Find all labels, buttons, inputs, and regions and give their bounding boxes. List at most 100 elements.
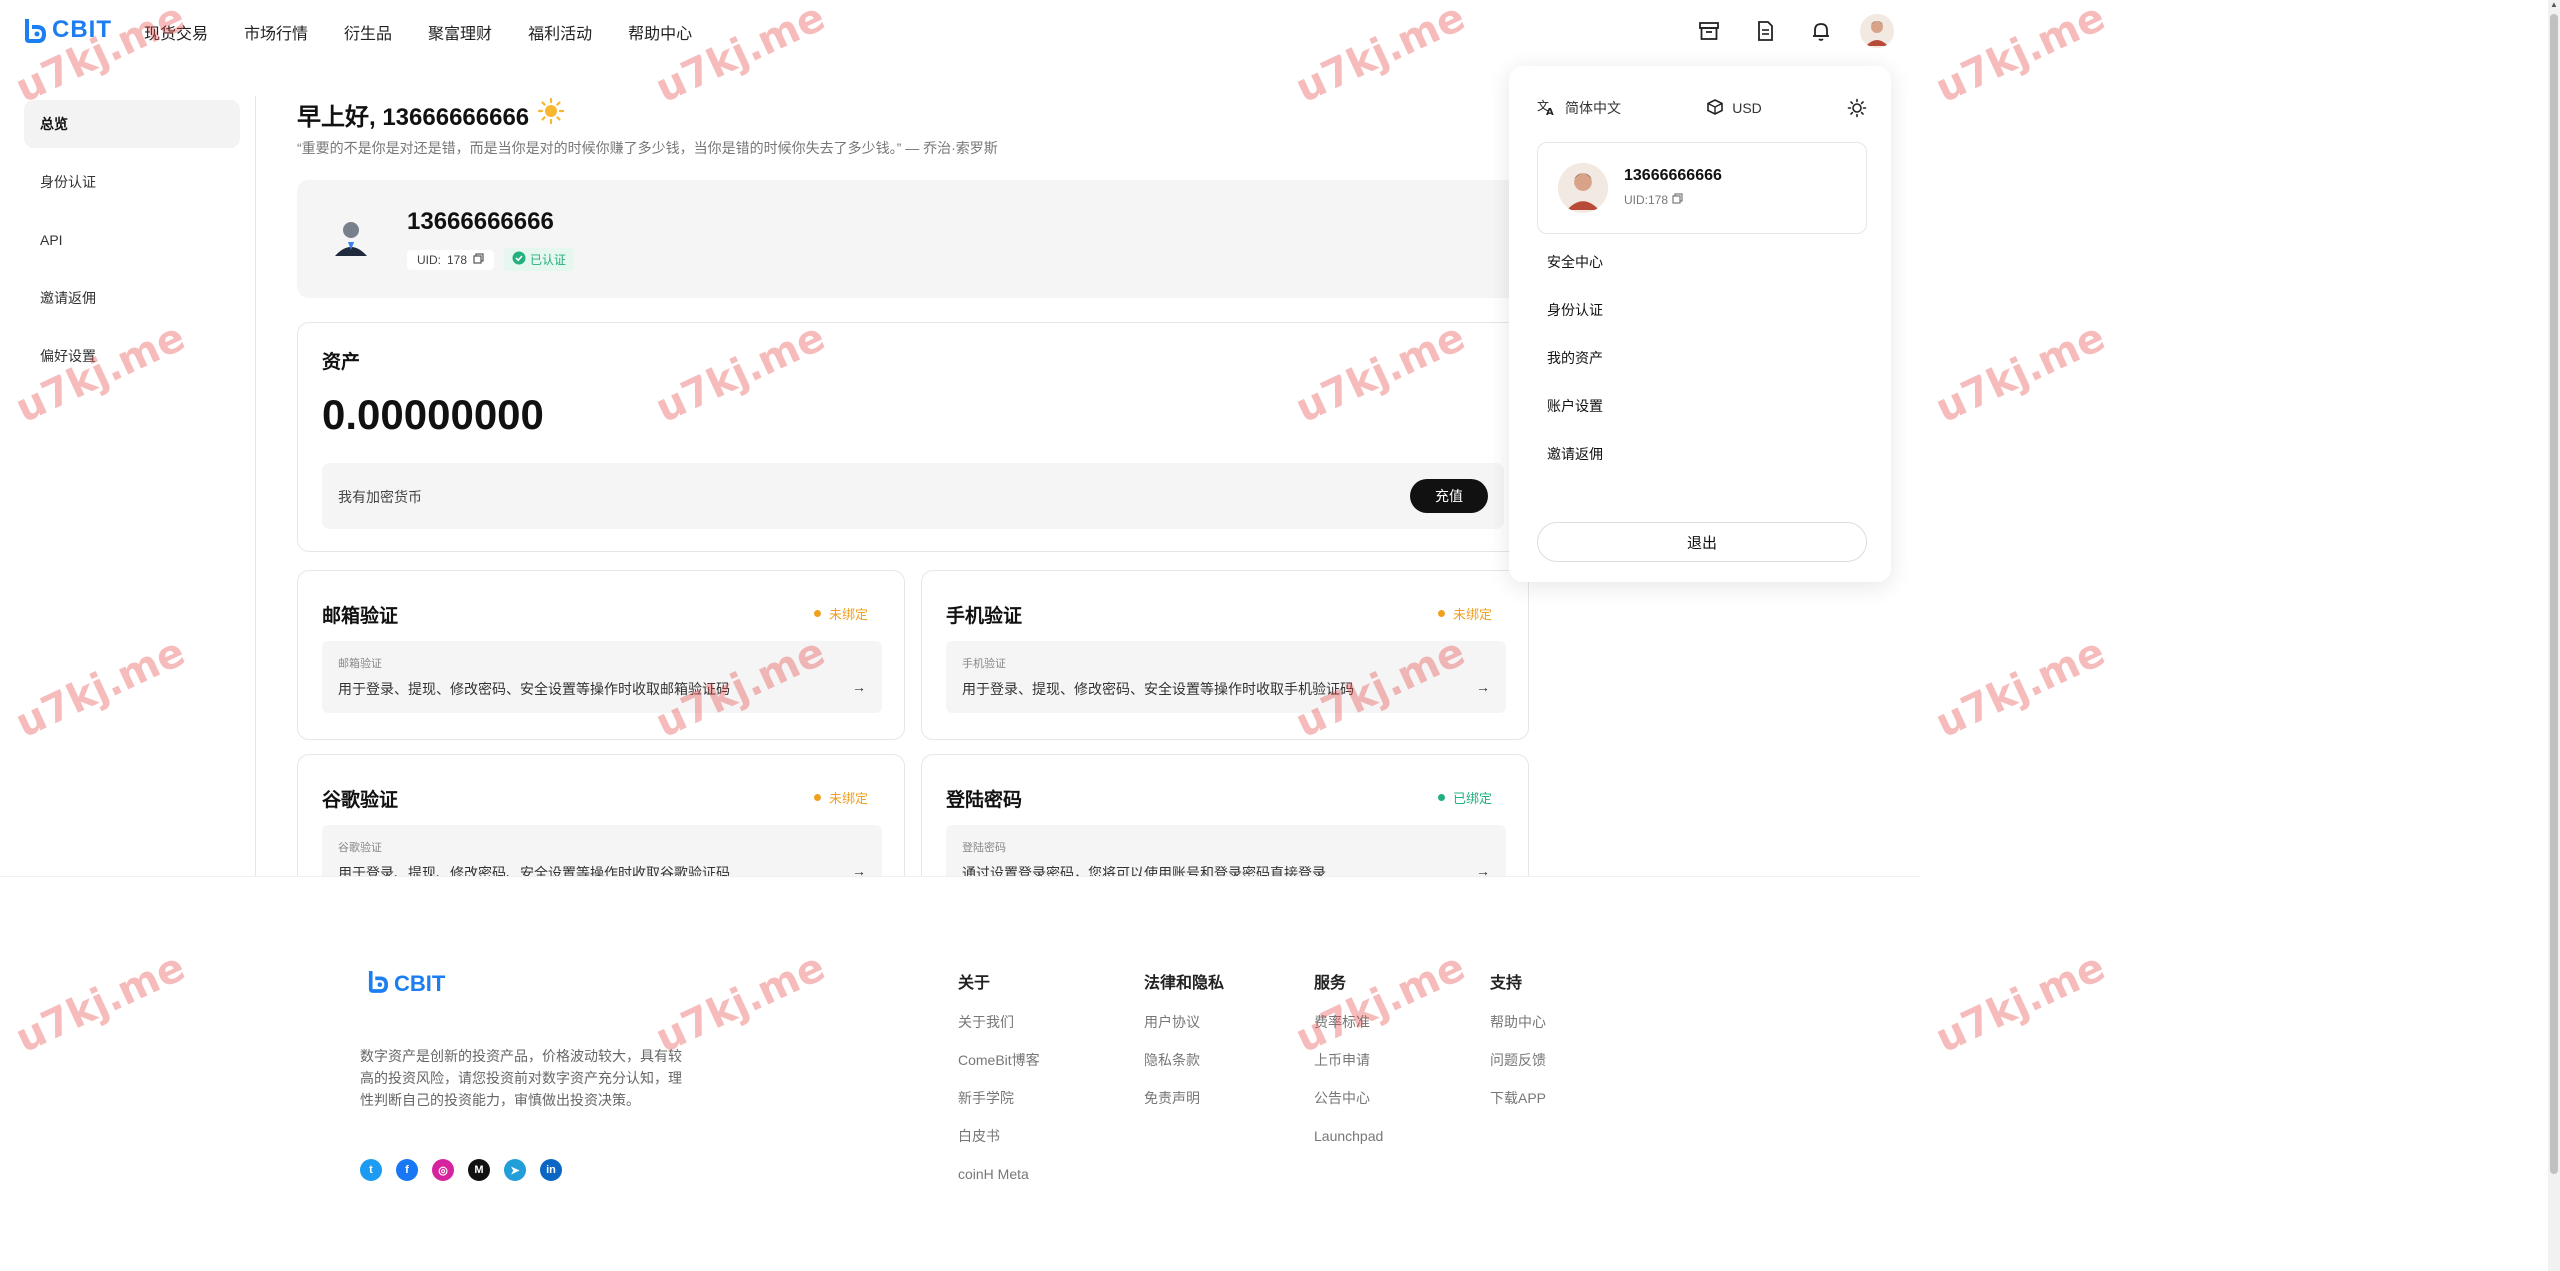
facebook-icon[interactable]: f: [396, 1159, 418, 1181]
nav-promotions[interactable]: 福利活动: [528, 20, 592, 44]
currency-selector[interactable]: USD: [1706, 98, 1762, 119]
asset-value: 0.00000000: [322, 391, 544, 438]
footer-link[interactable]: 帮助中心: [1490, 1013, 1546, 1051]
dropdown-uid-text: UID:178: [1624, 193, 1669, 207]
footer-link[interactable]: 用户协议: [1144, 1013, 1224, 1051]
dropdown-avatar: [1558, 163, 1608, 213]
bell-icon[interactable]: [1804, 14, 1838, 48]
footer-link[interactable]: Launchpad: [1314, 1127, 1383, 1165]
menu-item-referral[interactable]: 邀请返佣: [1547, 444, 1603, 464]
copy-icon[interactable]: [1672, 193, 1683, 207]
nav-derivatives[interactable]: 衍生品: [344, 20, 392, 44]
cube-icon: [1706, 98, 1724, 119]
footer-link[interactable]: coinH Meta: [958, 1165, 1040, 1203]
language-selector[interactable]: 文A 简体中文: [1537, 98, 1621, 119]
greeting: 早上好, 13666666666: [297, 97, 565, 132]
crypto-deposit-row: 我有加密货币 充值: [322, 463, 1504, 529]
footer-link[interactable]: 免责声明: [1144, 1089, 1224, 1127]
footer-link[interactable]: 新手学院: [958, 1089, 1040, 1127]
dropdown-user-uid: UID:178: [1624, 193, 1683, 207]
linkedin-icon[interactable]: in: [540, 1159, 562, 1181]
orders-icon[interactable]: [1748, 14, 1782, 48]
sidebar: 总览 身份认证 API 邀请返佣 偏好设置: [0, 96, 256, 876]
footer-col-title: 法律和隐私: [1144, 975, 1225, 992]
arrow-right-icon: →: [1476, 679, 1490, 695]
page-scrollbar[interactable]: ▲: [2548, 0, 2560, 1271]
status-badge: 已绑定: [1437, 788, 1492, 807]
dropdown-user-name: 13666666666: [1624, 167, 1722, 184]
footer-link[interactable]: 上币申请: [1314, 1051, 1383, 1089]
sidebar-item-preferences[interactable]: 偏好设置: [24, 332, 240, 380]
footer-col-title: 服务: [1314, 975, 1347, 992]
footer-link[interactable]: 白皮书: [958, 1127, 1040, 1165]
footer-col-title: 关于: [958, 975, 991, 992]
sidebar-item-api[interactable]: API: [24, 216, 240, 264]
wallet-icon[interactable]: [1692, 14, 1726, 48]
user-avatar-button[interactable]: [1860, 14, 1894, 48]
logo-mark-icon: [24, 17, 47, 43]
check-badge-icon: [512, 251, 526, 268]
status-text: 未绑定: [1452, 607, 1492, 622]
currency-label: USD: [1732, 100, 1762, 116]
footer-link[interactable]: 公告中心: [1314, 1089, 1383, 1127]
nav-help[interactable]: 帮助中心: [628, 20, 692, 44]
box-description: 用于登录、提现、修改密码、安全设置等操作时收取邮箱验证码: [338, 681, 730, 697]
phone-verify-link[interactable]: 手机验证 用于登录、提现、修改密码、安全设置等操作时收取手机验证码 →: [946, 641, 1506, 713]
footer-link[interactable]: ComeBit博客: [958, 1051, 1040, 1089]
main-nav: 现货交易 市场行情 衍生品 聚富理财 福利活动 帮助中心: [144, 20, 692, 44]
social-links: t f ◎ M ➤ in: [360, 1159, 562, 1181]
status-text: 已绑定: [1452, 791, 1492, 806]
nav-wealth[interactable]: 聚富理财: [428, 20, 492, 44]
menu-item-account-settings[interactable]: 账户设置: [1547, 396, 1603, 416]
logo-mark-icon: [368, 969, 389, 998]
theme-toggle-icon[interactable]: [1847, 98, 1867, 118]
footer-link[interactable]: 问题反馈: [1490, 1051, 1546, 1089]
sun-icon: [537, 97, 565, 132]
uid-label: UID:: [417, 252, 441, 267]
email-verify-link[interactable]: 邮箱验证 用于登录、提现、修改密码、安全设置等操作时收取邮箱验证码 →: [322, 641, 882, 713]
watermark-text: u7kj.me: [1928, 313, 2112, 433]
menu-item-security-center[interactable]: 安全中心: [1547, 252, 1603, 272]
copy-icon[interactable]: [473, 252, 484, 267]
telegram-icon[interactable]: ➤: [504, 1159, 526, 1181]
status-badge: 未绑定: [813, 604, 868, 623]
scroll-up-icon[interactable]: ▲: [2548, 0, 2560, 14]
footer-link[interactable]: 关于我们: [958, 1013, 1040, 1051]
deposit-button[interactable]: 充值: [1410, 479, 1488, 513]
asset-card: 资产 0.00000000 我有加密货币 充值: [297, 322, 1527, 552]
status-badge: 未绑定: [813, 788, 868, 807]
footer-link[interactable]: 费率标准: [1314, 1013, 1383, 1051]
status-text: 未绑定: [828, 791, 868, 806]
svg-text:A: A: [1546, 107, 1554, 116]
footer-logo[interactable]: CBIT: [368, 969, 445, 998]
nav-market[interactable]: 市场行情: [244, 20, 308, 44]
crypto-row-label: 我有加密货币: [338, 489, 422, 505]
user-dropdown-menu: 文A 简体中文 USD 13666666666 UID:178 安全中心 身份认…: [1509, 66, 1891, 582]
twitter-icon[interactable]: t: [360, 1159, 382, 1181]
footer-col-legal: 法律和隐私 用户协议 隐私条款 免责声明: [1144, 969, 1224, 1127]
nav-spot-trading[interactable]: 现货交易: [144, 20, 208, 44]
content-area: CBIT 现货交易 市场行情 衍生品 聚富理财 福利活动 帮助中心 总览 身份认…: [0, 0, 1920, 1271]
sidebar-item-overview[interactable]: 总览: [24, 100, 240, 148]
menu-item-identity[interactable]: 身份认证: [1547, 300, 1603, 320]
box-subtitle: 登陆密码: [962, 842, 1006, 854]
sidebar-item-identity[interactable]: 身份认证: [24, 158, 240, 206]
footer-link[interactable]: 下载APP: [1490, 1089, 1546, 1127]
greeting-text: 早上好, 13666666666: [297, 104, 530, 131]
footer-disclaimer: 数字资产是创新的投资产品，价格波动较大，具有较高的投资风险，请您投资前对数字资产…: [360, 1048, 682, 1108]
instagram-icon[interactable]: ◎: [432, 1159, 454, 1181]
language-label: 简体中文: [1565, 100, 1621, 116]
footer-link[interactable]: 隐私条款: [1144, 1051, 1224, 1089]
scroll-thumb[interactable]: [2550, 14, 2558, 1174]
brand-logo[interactable]: CBIT: [24, 16, 112, 44]
medium-icon[interactable]: M: [468, 1159, 490, 1181]
email-verify-card: 邮箱验证 未绑定 邮箱验证 用于登录、提现、修改密码、安全设置等操作时收取邮箱验…: [297, 570, 905, 740]
sidebar-item-referral[interactable]: 邀请返佣: [24, 274, 240, 322]
watermark-text: u7kj.me: [1928, 628, 2112, 748]
logout-button[interactable]: 退出: [1537, 522, 1867, 562]
top-header: CBIT 现货交易 市场行情 衍生品 聚富理财 福利活动 帮助中心: [0, 0, 1920, 64]
watermark-text: u7kj.me: [1928, 943, 2112, 1063]
status-dot: [1437, 794, 1445, 801]
status-dot: [1437, 610, 1445, 617]
menu-item-my-assets[interactable]: 我的资产: [1547, 348, 1603, 368]
